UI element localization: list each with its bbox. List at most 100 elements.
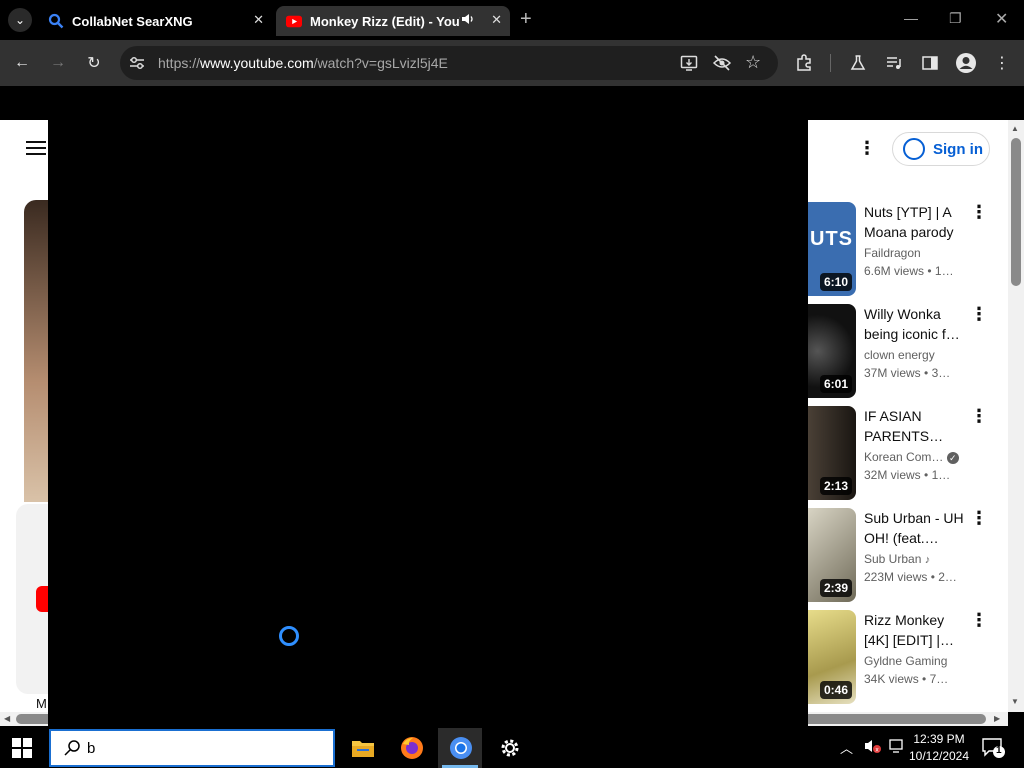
side-panel-icon[interactable]	[918, 51, 942, 75]
duration-badge: 2:39	[819, 579, 852, 597]
notification-center-icon[interactable]: 1	[982, 737, 1006, 764]
channel-line: Sub Urban ♪	[864, 552, 930, 566]
chevron-down-icon: ⌄	[14, 13, 26, 27]
chrome-icon[interactable]	[448, 735, 474, 761]
search-icon	[63, 739, 81, 762]
video-menu-icon[interactable]: ⋮	[970, 304, 988, 325]
reload-icon: ↻	[87, 55, 101, 72]
video-title[interactable]: Rizz Monkey [4K] [EDIT] |…	[864, 610, 964, 650]
vertical-scroll-thumb[interactable]	[1011, 138, 1021, 286]
profile-avatar-icon[interactable]	[954, 51, 978, 75]
plus-icon: +	[520, 8, 532, 30]
view-count: 32M views	[864, 468, 921, 482]
video-meta: 223M views • 2…	[864, 570, 957, 584]
channel-name[interactable]: Gyldne Gaming	[864, 654, 947, 668]
channel-name[interactable]: clown energy	[864, 348, 935, 362]
restore-button[interactable]: ❐	[949, 10, 962, 27]
start-button[interactable]	[12, 738, 32, 763]
recommended-video[interactable]: 0:46 Rizz Monkey [4K] [EDIT] |… Gyldne G…	[808, 610, 1008, 706]
site-settings-icon[interactable]	[128, 54, 146, 77]
verified-check-icon: ✓	[946, 452, 959, 464]
url-path: /watch?v=gsLvizl5j4E	[313, 55, 448, 71]
tab-search-button[interactable]: ⌄	[8, 8, 32, 32]
scroll-left-arrow-icon[interactable]: ◀	[4, 714, 10, 723]
page-kebab-icon[interactable]: ⋮	[858, 138, 876, 159]
tray-chevron-up-icon[interactable]: ︿	[840, 738, 853, 757]
main-video-edge	[24, 200, 48, 502]
sign-in-label: Sign in	[933, 140, 983, 158]
video-title[interactable]: Sub Urban - UH OH! (feat.…	[864, 508, 964, 548]
video-menu-icon[interactable]: ⋮	[970, 406, 988, 427]
video-title[interactable]: IF ASIAN PARENTS…	[864, 406, 964, 446]
url-text: https://www.youtube.com/watch?v=gsLvizl5…	[158, 55, 448, 71]
restore-icon: ❐	[949, 10, 962, 26]
system-clock[interactable]: 12:39 PM 10/12/2024	[906, 731, 972, 765]
window-close-button[interactable]: ✕	[995, 9, 1008, 29]
extensions-icon[interactable]	[792, 51, 816, 75]
upload-age: 1…	[931, 468, 951, 482]
back-button[interactable]: ←	[10, 51, 34, 75]
duration-badge: 6:10	[819, 273, 852, 291]
forward-button[interactable]: →	[46, 51, 70, 75]
address-bar[interactable]: https://www.youtube.com/watch?v=gsLvizl5…	[120, 46, 778, 80]
view-count: 37M views	[864, 366, 921, 380]
video-title[interactable]: Nuts [YTP] | A Moana parody	[864, 202, 964, 242]
sign-in-button[interactable]: Sign in	[892, 132, 990, 166]
close-icon[interactable]: ✕	[491, 12, 502, 28]
install-app-icon[interactable]	[680, 54, 698, 77]
browser-menu-button[interactable]: ⋮	[990, 51, 1014, 75]
recommended-video[interactable]: 6:01 Willy Wonka being iconic f… clown e…	[808, 304, 1008, 400]
firefox-icon[interactable]	[399, 735, 425, 761]
video-overlay[interactable]	[48, 88, 808, 728]
channel-name[interactable]: Faildragon	[864, 246, 921, 260]
video-thumbnail[interactable]: 2:13	[808, 406, 856, 500]
recommended-video[interactable]: UTS 6:10 Nuts [YTP] | A Moana parody Fai…	[808, 202, 1008, 298]
channel-name[interactable]: Korean Com…	[864, 450, 943, 464]
video-menu-icon[interactable]: ⋮	[970, 610, 988, 631]
video-thumbnail[interactable]: 0:46	[808, 610, 856, 704]
media-controls-icon[interactable]	[882, 51, 906, 75]
minimize-button[interactable]: —	[904, 10, 918, 26]
scroll-down-arrow-icon[interactable]: ▼	[1011, 697, 1019, 706]
speaker-icon[interactable]	[461, 12, 475, 29]
video-menu-icon[interactable]: ⋮	[970, 508, 988, 529]
upload-age: 3…	[931, 366, 951, 380]
scroll-up-arrow-icon[interactable]: ▲	[1011, 124, 1019, 133]
tab-searxng[interactable]: CollabNet SearXNG ✕	[40, 6, 272, 36]
taskbar-search-box[interactable]	[49, 729, 335, 767]
video-thumbnail[interactable]: 2:39	[808, 508, 856, 602]
hamburger-menu-icon[interactable]	[26, 140, 46, 161]
video-menu-icon[interactable]: ⋮	[970, 202, 988, 223]
view-count: 223M views	[864, 570, 928, 584]
labs-flask-icon[interactable]	[846, 51, 870, 75]
youtube-icon	[286, 13, 302, 29]
duration-badge: 0:46	[819, 681, 852, 699]
youtube-logo-fragment	[36, 586, 48, 612]
recommended-video[interactable]: 2:13 IF ASIAN PARENTS… Korean Com… ✓ 32M…	[808, 406, 1008, 502]
network-icon[interactable]	[888, 738, 906, 757]
user-circle-icon	[903, 138, 925, 160]
new-tab-button[interactable]: +	[520, 8, 532, 31]
video-thumbnail[interactable]: UTS 6:10	[808, 202, 856, 296]
close-icon: ✕	[995, 11, 1009, 28]
video-thumbnail[interactable]: 6:01	[808, 304, 856, 398]
taskbar-search-input[interactable]	[87, 737, 317, 759]
settings-gear-icon[interactable]	[497, 735, 523, 761]
svg-text:x: x	[875, 747, 879, 754]
volume-muted-icon[interactable]: x	[864, 738, 882, 757]
bookmark-star-icon[interactable]: ☆	[745, 52, 761, 73]
scroll-right-arrow-icon[interactable]: ▶	[994, 714, 1000, 723]
tab-youtube[interactable]: Monkey Rizz (Edit) - YouTube ✕	[276, 6, 510, 36]
thumbnail-art-icon: UTS	[810, 228, 853, 250]
close-icon[interactable]: ✕	[253, 12, 264, 28]
reload-button[interactable]: ↻	[82, 51, 106, 75]
url-scheme: https://	[158, 55, 201, 71]
channel-name[interactable]: Sub Urban	[864, 552, 921, 566]
browser-toolbar: ← → ↻ https://www.youtube.com/watch?v=gs…	[0, 40, 1024, 86]
file-explorer-icon[interactable]	[350, 735, 376, 761]
video-title[interactable]: Willy Wonka being iconic f…	[864, 304, 964, 344]
recommended-video[interactable]: 2:39 Sub Urban - UH OH! (feat.… Sub Urba…	[808, 508, 1008, 604]
tab-title: CollabNet SearXNG	[72, 13, 193, 29]
music-note-icon: ♪	[924, 554, 931, 566]
eye-slash-icon[interactable]	[712, 54, 732, 77]
